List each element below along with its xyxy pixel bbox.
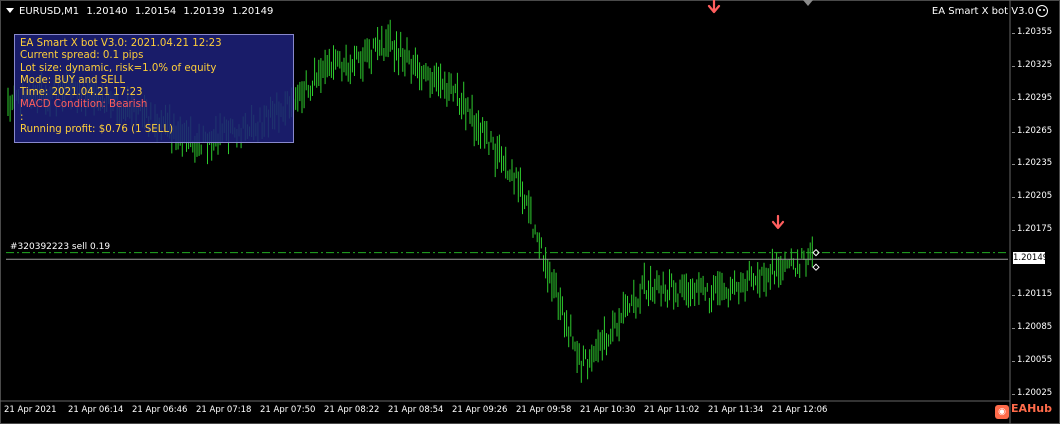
price-tick-label: 1.20325 <box>1011 60 1053 71</box>
symbol-name: EURUSD,M1 <box>19 6 80 17</box>
sell-signal-arrow-icon <box>771 214 785 230</box>
time-tick-label: 21 Apr 10:30 <box>580 405 636 415</box>
time-tick-label: 21 Apr 11:34 <box>708 405 764 415</box>
price-tick-label: 1.20085 <box>1011 322 1053 333</box>
info-line-separator: : <box>20 111 24 123</box>
symbol-header: EURUSD,M1 1.20140 1.20154 1.20139 1.2014… <box>6 6 277 17</box>
time-tick-label: 21 Apr 08:22 <box>324 405 380 415</box>
time-tick-label: 21 Apr 09:58 <box>516 405 572 415</box>
price-tick-label: 1.20235 <box>1011 158 1053 169</box>
info-line-lot-size: Lot size: dynamic, risk=1.0% of equity <box>20 62 217 74</box>
close-price: 1.20149 <box>231 6 274 17</box>
price-tick-label: 1.20115 <box>1011 289 1053 300</box>
high-price: 1.20154 <box>134 6 177 17</box>
eahub-watermark: ◉ EAHub <box>995 402 1052 419</box>
time-tick-label: 21 Apr 07:18 <box>196 405 252 415</box>
low-price: 1.20139 <box>183 6 225 17</box>
info-line-mode: Mode: BUY and SELL <box>20 74 125 86</box>
open-price: 1.20140 <box>86 6 128 17</box>
price-tick-label: 1.20205 <box>1011 191 1053 202</box>
info-line-time: Time: 2021.04.21 17:23 <box>20 87 143 99</box>
eahub-logo-text: EAHub <box>1011 402 1052 415</box>
sell-signal-arrow-icon <box>707 0 721 14</box>
price-axis[interactable]: 1.20355 1.20325 1.20295 1.20265 1.20235 1.202… <box>1011 0 1060 424</box>
price-tick-label: 1.20025 <box>1011 387 1053 398</box>
info-line-profit: Running profit: $0.76 (1 SELL) <box>20 124 174 136</box>
price-tick-label: 1.20355 <box>1011 27 1053 38</box>
time-tick-label: 21 Apr 09:26 <box>452 405 508 415</box>
time-tick-label: 21 Apr 2021 <box>4 405 57 415</box>
price-tick-label: 1.20265 <box>1011 125 1053 136</box>
eahub-logo-icon: ◉ <box>995 405 1010 419</box>
time-tick-label: 21 Apr 07:50 <box>260 405 316 415</box>
collapse-triangle-icon[interactable] <box>6 8 14 13</box>
order-marker <box>812 263 820 271</box>
order-label[interactable]: #320392223 sell 0.19 <box>10 242 110 252</box>
price-tick-label: 1.20175 <box>1011 223 1053 234</box>
info-line-macd: MACD Condition: Bearish <box>20 99 148 111</box>
info-line-spread: Current spread: 0.1 pips <box>20 50 144 62</box>
price-tick-label: 1.20055 <box>1011 354 1053 365</box>
current-price-label: 1.20149 <box>1013 252 1049 264</box>
time-tick-label: 21 Apr 08:54 <box>388 405 444 415</box>
price-tick-label: 1.20295 <box>1011 92 1053 103</box>
time-tick-label: 21 Apr 12:06 <box>772 405 828 415</box>
chart-shift-marker-icon <box>803 0 813 6</box>
time-tick-label: 21 Apr 06:46 <box>132 405 188 415</box>
ea-info-panel: EA Smart X bot V3.0: 2021.04.21 12:23 Cu… <box>14 34 294 143</box>
info-line-title: EA Smart X bot V3.0: 2021.04.21 12:23 <box>20 38 222 49</box>
time-tick-label: 21 Apr 11:02 <box>644 405 700 415</box>
time-tick-label: 21 Apr 06:14 <box>68 405 124 415</box>
